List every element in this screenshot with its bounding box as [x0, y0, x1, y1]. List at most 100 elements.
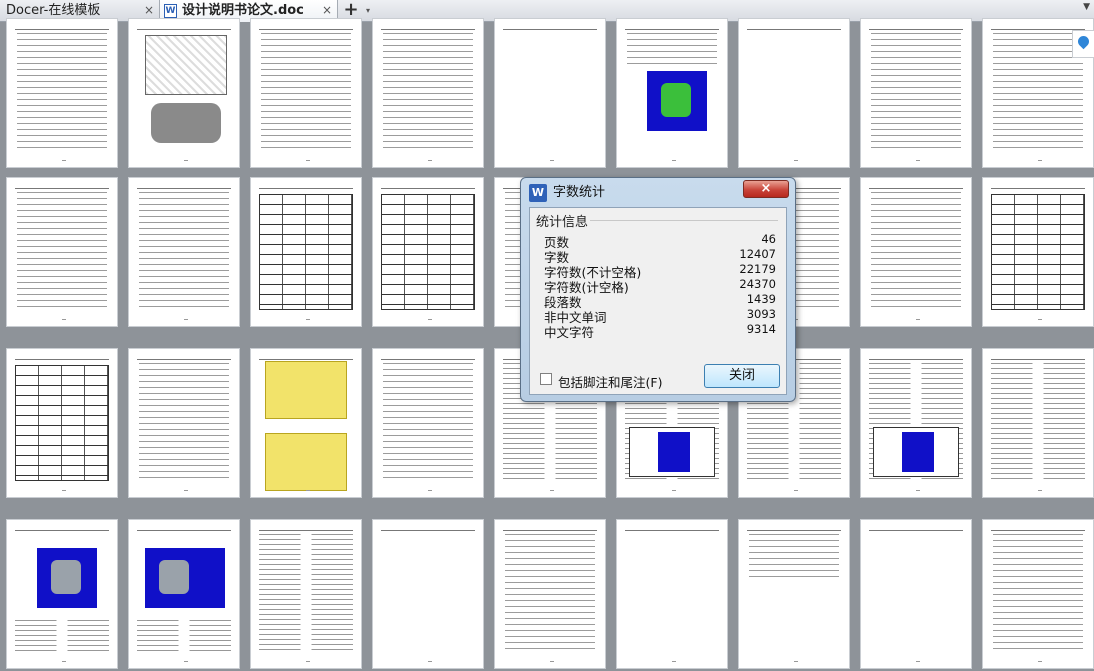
page-thumbnail[interactable]	[128, 348, 240, 498]
page-thumbnail[interactable]	[372, 348, 484, 498]
page-thumbnail[interactable]	[860, 177, 972, 327]
page-thumbnail[interactable]	[494, 519, 606, 669]
page-number-mark	[62, 661, 66, 662]
page-header-rule	[625, 530, 719, 531]
table-figure	[259, 194, 353, 310]
stat-value: 24370	[739, 277, 776, 291]
close-button[interactable]: 关闭	[704, 364, 780, 388]
page-thumbnail[interactable]	[372, 18, 484, 168]
page-number-mark	[794, 490, 798, 491]
include-footnotes-checkbox[interactable]	[540, 373, 552, 385]
stat-value: 1439	[746, 292, 776, 306]
page-number-mark	[184, 160, 188, 161]
page-header-rule	[991, 29, 1085, 30]
page-header-rule	[991, 530, 1085, 531]
page-header-rule	[15, 29, 109, 30]
page-header-rule	[259, 530, 353, 531]
page-number-mark	[1038, 661, 1042, 662]
page-thumbnail[interactable]	[860, 348, 972, 498]
stat-label: 中文字符	[544, 325, 595, 340]
page-header-rule	[259, 188, 353, 189]
page-thumbnail[interactable]	[372, 177, 484, 327]
page-thumbnail[interactable]	[982, 177, 1094, 327]
page-number-mark	[428, 661, 432, 662]
page-thumbnail[interactable]	[128, 519, 240, 669]
stat-value: 9314	[746, 322, 776, 336]
page-header-rule	[137, 359, 231, 360]
page-number-mark	[672, 661, 676, 662]
tab-label: Docer-在线模板	[6, 3, 101, 18]
dialog-close-button[interactable]: ×	[743, 180, 789, 198]
page-thumbnail[interactable]	[982, 519, 1094, 669]
wps-writer-logo-icon: W	[529, 184, 547, 202]
include-footnotes-label: 包括脚注和尾注(F)	[558, 375, 663, 390]
text-block	[871, 192, 961, 312]
page-number-mark	[306, 490, 310, 491]
page-header-rule	[869, 188, 963, 189]
page-number-mark	[550, 160, 554, 161]
page-header-rule	[381, 188, 475, 189]
page-number-mark	[62, 490, 66, 491]
page-thumbnail[interactable]	[616, 18, 728, 168]
page-thumbnail[interactable]	[738, 519, 850, 669]
page-header-rule	[137, 29, 231, 30]
stat-value: 22179	[739, 262, 776, 276]
page-number-mark	[306, 160, 310, 161]
page-header-rule	[15, 359, 109, 360]
tab-list-icon[interactable]: ▼	[1083, 2, 1090, 12]
page-thumbnail[interactable]	[250, 177, 362, 327]
page-thumbnail[interactable]	[250, 519, 362, 669]
two-column-text	[137, 620, 231, 654]
text-block	[383, 363, 473, 483]
page-number-mark	[306, 319, 310, 320]
model-image	[647, 71, 707, 131]
fixture-image	[265, 433, 347, 491]
page-number-mark	[184, 490, 188, 491]
stat-row: 中文字符 9314	[544, 322, 776, 340]
page-thumbnail[interactable]	[860, 519, 972, 669]
tab-label: 设计说明书论文.doc	[182, 3, 304, 18]
text-block	[17, 33, 107, 153]
table-figure	[15, 365, 109, 481]
page-thumbnail[interactable]	[738, 18, 850, 168]
engineering-drawing	[145, 35, 227, 95]
text-block	[993, 534, 1083, 654]
section-divider	[590, 220, 778, 221]
page-thumbnail[interactable]	[616, 519, 728, 669]
page-header-rule	[991, 188, 1085, 189]
page-header-rule	[137, 188, 231, 189]
dialog-title: 字数统计	[553, 185, 606, 200]
page-number-mark	[62, 160, 66, 161]
page-header-rule	[15, 188, 109, 189]
page-thumbnail[interactable]	[250, 348, 362, 498]
page-number-mark	[550, 661, 554, 662]
text-block	[505, 534, 595, 654]
page-thumbnail[interactable]	[6, 348, 118, 498]
page-thumbnail[interactable]	[128, 18, 240, 168]
location-pin-icon[interactable]	[1072, 30, 1094, 58]
page-thumbnail[interactable]	[6, 519, 118, 669]
text-block	[261, 33, 351, 153]
two-column-text	[259, 534, 353, 654]
text-block	[627, 33, 717, 67]
page-header-rule	[869, 530, 963, 531]
page-number-mark	[428, 319, 432, 320]
figure	[629, 427, 715, 477]
page-thumbnail[interactable]	[860, 18, 972, 168]
page-number-mark	[672, 490, 676, 491]
page-number-mark	[916, 160, 920, 161]
page-thumbnail[interactable]	[372, 519, 484, 669]
page-number-mark	[184, 319, 188, 320]
figure	[873, 427, 959, 477]
page-thumbnail[interactable]	[250, 18, 362, 168]
text-block	[871, 33, 961, 153]
page-thumbnail[interactable]	[128, 177, 240, 327]
page-thumbnail[interactable]	[6, 177, 118, 327]
page-number-mark	[1038, 319, 1042, 320]
page-thumbnail[interactable]	[6, 18, 118, 168]
page-thumbnail[interactable]	[494, 18, 606, 168]
stat-value: 46	[761, 232, 776, 246]
page-number-mark	[184, 661, 188, 662]
page-thumbnail[interactable]	[982, 348, 1094, 498]
model-image	[145, 548, 225, 608]
